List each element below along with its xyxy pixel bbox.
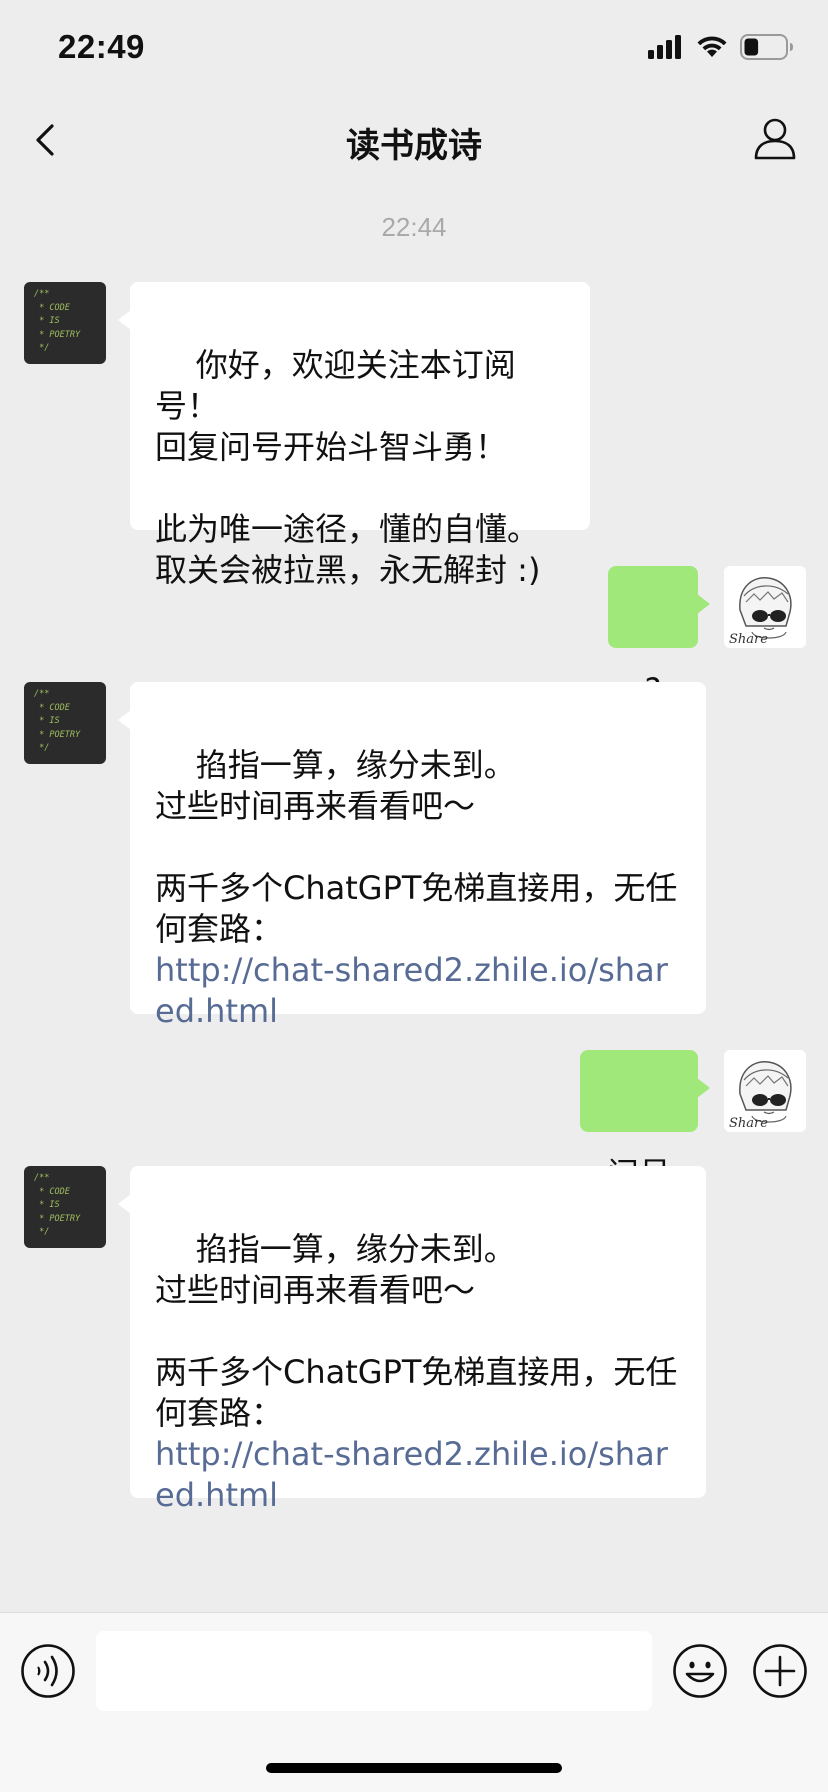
- message-input[interactable]: [96, 1631, 652, 1711]
- user-avatar[interactable]: Share: [724, 1050, 806, 1132]
- message-text: 掐指一算，缘分未到。 过些时间再来看看吧～ 两千多个ChatGPT免梯直接用，无…: [155, 1230, 678, 1432]
- status-time: 22:49: [58, 28, 145, 65]
- avatar-code-text: /** * CODE * IS * POETRY */: [34, 689, 81, 753]
- message-link[interactable]: http://chat-shared2.zhile.io/shared.html: [155, 950, 681, 1032]
- message-bubble-in[interactable]: 掐指一算，缘分未到。 过些时间再来看看吧～ 两千多个ChatGPT免梯直接用，无…: [118, 1166, 706, 1514]
- message-text: 掐指一算，缘分未到。 过些时间再来看看吧～ 两千多个ChatGPT免梯直接用，无…: [155, 746, 678, 948]
- message-link[interactable]: http://chat-shared2.zhile.io/shared.html: [155, 1434, 681, 1516]
- profile-icon[interactable]: [752, 116, 798, 162]
- message-bubble-out[interactable]: ?: [608, 566, 710, 709]
- avatar-code-text: /** * CODE * IS * POETRY */: [34, 289, 81, 353]
- emoji-icon[interactable]: [672, 1643, 728, 1699]
- avatar-share-text: Share: [729, 1116, 768, 1131]
- plus-icon[interactable]: [752, 1643, 808, 1699]
- message-bubble-in[interactable]: 你好，欢迎关注本订阅号！ 回复问号开始斗智斗勇！ 此为唯一途径，懂的自懂。 取关…: [118, 282, 590, 589]
- page-title: 读书成诗: [346, 126, 482, 166]
- chat-timestamp: 22:44: [381, 212, 447, 242]
- nav-bar: 读书成诗: [0, 100, 828, 180]
- avatar-share-text: Share: [729, 632, 768, 647]
- message-bubble-in[interactable]: 掐指一算，缘分未到。 过些时间再来看看吧～ 两千多个ChatGPT免梯直接用，无…: [118, 682, 706, 1030]
- user-avatar[interactable]: Share: [724, 566, 806, 648]
- voice-input-icon[interactable]: [20, 1643, 76, 1699]
- wifi-icon: [697, 36, 727, 57]
- battery-icon: [740, 34, 793, 60]
- status-icons: [648, 34, 794, 60]
- account-avatar[interactable]: /** * CODE * IS * POETRY */: [24, 282, 106, 364]
- home-indicator: [266, 1763, 562, 1773]
- status-bar: 22:49: [0, 0, 828, 100]
- account-avatar[interactable]: /** * CODE * IS * POETRY */: [24, 1166, 106, 1248]
- avatar-code-text: /** * CODE * IS * POETRY */: [34, 1173, 81, 1237]
- account-avatar[interactable]: /** * CODE * IS * POETRY */: [24, 682, 106, 764]
- message-bubble-out[interactable]: 问号: [580, 1050, 710, 1193]
- message-text: 你好，欢迎关注本订阅号！ 回复问号开始斗智斗勇！ 此为唯一途径，懂的自懂。 取关…: [155, 346, 541, 589]
- cellular-signal-icon: [648, 35, 681, 59]
